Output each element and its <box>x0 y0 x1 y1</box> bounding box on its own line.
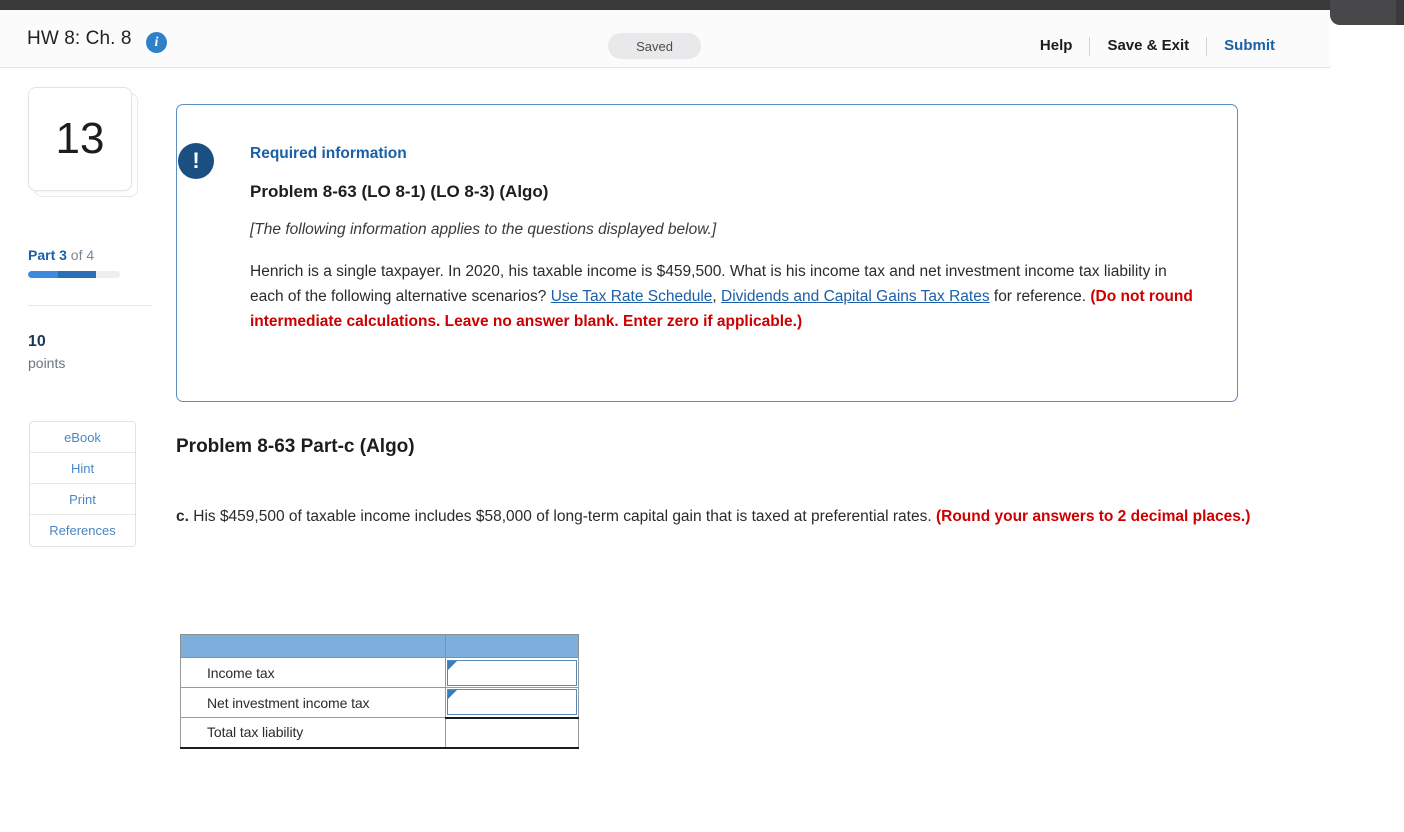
exclamation-icon: ! <box>178 143 214 179</box>
help-button[interactable]: Help <box>1023 37 1090 55</box>
part-progress-bar <box>28 271 120 278</box>
sidebar-item-hint[interactable]: Hint <box>30 453 135 484</box>
table-row: Net investment income tax <box>180 687 579 719</box>
sidebar-divider <box>28 305 152 306</box>
question-sidebar: 13 Part 3 of 4 10 points eBook Hint Prin… <box>0 68 164 832</box>
row-value-total-tax-liability <box>445 717 579 749</box>
row-label-income-tax: Income tax <box>180 657 446 688</box>
question-text: His $459,500 of taxable income includes … <box>188 508 936 525</box>
income-tax-input[interactable] <box>447 659 577 686</box>
browser-chrome-right <box>1396 0 1404 25</box>
assignment-title: HW 8: Ch. 8 <box>27 28 132 49</box>
app-header: HW 8: Ch. 8 i Saved Help Save & Exit Sub… <box>0 10 1330 68</box>
part-question: c. His $459,500 of taxable income includ… <box>176 504 1306 529</box>
browser-chrome-strip <box>0 0 1404 10</box>
dividends-capital-gains-link[interactable]: Dividends and Capital Gains Tax Rates <box>721 288 990 305</box>
question-number-card: 13 <box>28 87 132 191</box>
row-label-total-tax-liability: Total tax liability <box>180 717 446 749</box>
progress-segment-2 <box>58 271 96 278</box>
row-value-net-investment-income-tax-cell[interactable] <box>445 687 579 719</box>
sidebar-item-ebook[interactable]: eBook <box>30 422 135 453</box>
problem-body-part2: for reference. <box>989 288 1091 305</box>
question-number: 13 <box>55 114 105 163</box>
table-header-label-cell <box>180 634 446 658</box>
tax-rate-schedule-link[interactable]: Use Tax Rate Schedule <box>551 288 713 305</box>
header-actions: Help Save & Exit Submit <box>1023 34 1292 58</box>
part-progress-label: Part 3 of 4 <box>28 247 94 263</box>
browser-tab-icon[interactable] <box>1330 0 1404 25</box>
sidebar-tool-group: eBook Hint Print References <box>29 421 136 547</box>
part-current: Part 3 <box>28 247 67 263</box>
table-row: Total tax liability <box>180 717 579 749</box>
table-row: Income tax <box>180 657 579 688</box>
required-information-box: ! Required information Problem 8-63 (LO … <box>176 104 1238 402</box>
part-total: of 4 <box>66 247 95 263</box>
net-investment-income-tax-input[interactable] <box>447 689 577 716</box>
status-badge: Saved <box>608 33 701 59</box>
problem-body-comma: , <box>712 288 722 305</box>
submit-button[interactable]: Submit <box>1207 37 1292 55</box>
info-icon[interactable]: i <box>146 32 167 53</box>
progress-segment-1 <box>28 271 58 278</box>
question-marker: c. <box>176 508 189 525</box>
question-warning: (Round your answers to 2 decimal places.… <box>935 508 1251 525</box>
page-title: Problem 8-63 Part-c (Algo) <box>176 436 415 457</box>
sidebar-item-references[interactable]: References <box>30 515 135 546</box>
problem-body: Henrich is a single taxpayer. In 2020, h… <box>250 259 1193 334</box>
required-information-kicker: Required information <box>250 145 407 162</box>
table-header-row <box>180 634 579 658</box>
required-information-body: Required information Problem 8-63 (LO 8-… <box>177 105 1237 334</box>
problem-title: Problem 8-63 (LO 8-1) (LO 8-3) (Algo) <box>250 182 549 201</box>
page-root: HW 8: Ch. 8 i Saved Help Save & Exit Sub… <box>0 0 1404 832</box>
table-header-value-cell <box>445 634 579 658</box>
sidebar-item-print[interactable]: Print <box>30 484 135 515</box>
row-label-net-investment-income-tax: Net investment income tax <box>180 687 446 718</box>
points-value: 10 <box>28 333 46 350</box>
answer-table: Income tax Net investment income tax Tot… <box>180 634 579 749</box>
points-label: points <box>28 355 66 371</box>
applies-note: [The following information applies to th… <box>250 221 717 238</box>
save-and-exit-button[interactable]: Save & Exit <box>1090 37 1206 55</box>
row-value-income-tax-cell[interactable] <box>445 657 579 688</box>
